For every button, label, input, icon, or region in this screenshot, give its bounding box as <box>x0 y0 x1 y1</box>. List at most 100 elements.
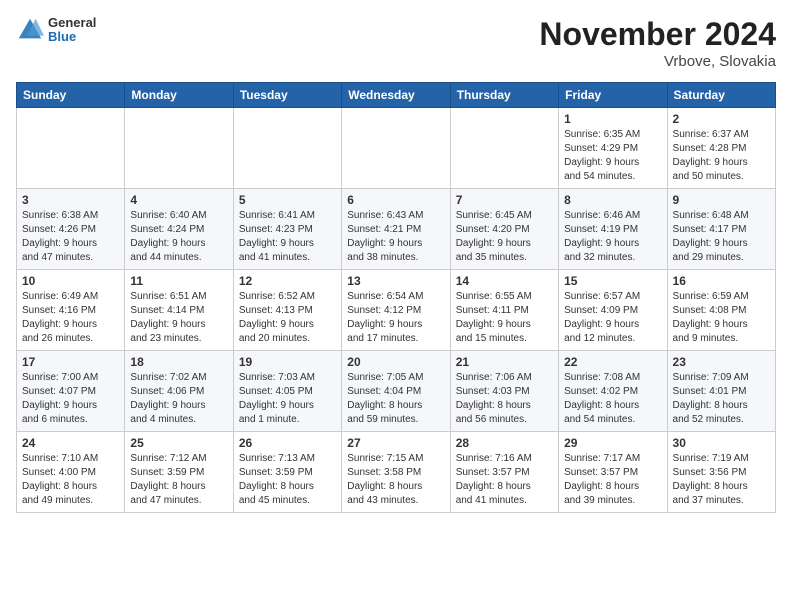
day-number: 12 <box>239 274 336 288</box>
day-number: 5 <box>239 193 336 207</box>
day-number: 3 <box>22 193 119 207</box>
day-number: 28 <box>456 436 553 450</box>
weekday-header-wednesday: Wednesday <box>342 83 450 108</box>
calendar-header: SundayMondayTuesdayWednesdayThursdayFrid… <box>17 83 776 108</box>
calendar-cell: 19Sunrise: 7:03 AM Sunset: 4:05 PM Dayli… <box>233 351 341 432</box>
calendar-cell <box>450 108 558 189</box>
day-info: Sunrise: 7:16 AM Sunset: 3:57 PM Dayligh… <box>456 452 553 508</box>
calendar-cell: 4 Sunrise: 6:40 AM Sunset: 4:24 PM Daylig… <box>125 189 233 270</box>
day-number: 21 <box>456 355 553 369</box>
calendar-cell: 7 Sunrise: 6:45 AM Sunset: 4:20 PM Daylig… <box>450 189 558 270</box>
day-info: Sunrise: 7:08 AM Sunset: 4:02 PM Dayligh… <box>564 371 661 427</box>
day-number: 16 <box>673 274 770 288</box>
calendar-cell: 22 Sunrise: 7:08 AM Sunset: 4:02 PM Dayli… <box>559 351 667 432</box>
weekday-header-sunday: Sunday <box>17 83 125 108</box>
day-number: 2 <box>673 112 770 126</box>
logo: General Blue <box>16 16 96 45</box>
calendar-cell: 24Sunrise: 7:10 AM Sunset: 4:00 PM Dayli… <box>17 432 125 513</box>
day-number: 30 <box>673 436 770 450</box>
calendar-week-2: 3 Sunrise: 6:38 AM Sunset: 4:26 PM Daylig… <box>17 189 776 270</box>
day-info: Sunrise: 6:54 AM Sunset: 4:12 PM Dayligh… <box>347 290 444 346</box>
location: Vrbove, Slovakia <box>539 53 776 70</box>
day-number: 10 <box>22 274 119 288</box>
calendar-week-1: 1 Sunrise: 6:35 AM Sunset: 4:29 PM Daylig… <box>17 108 776 189</box>
day-info: Sunrise: 6:41 AM Sunset: 4:23 PM Dayligh… <box>239 209 336 265</box>
title-block: November 2024 Vrbove, Slovakia <box>539 16 776 70</box>
day-info: Sunrise: 7:00 AM Sunset: 4:07 PM Dayligh… <box>22 371 119 427</box>
calendar-table: SundayMondayTuesdayWednesdayThursdayFrid… <box>16 82 776 513</box>
day-info: Sunrise: 6:49 AM Sunset: 4:16 PM Dayligh… <box>22 290 119 346</box>
day-info: Sunrise: 6:46 AM Sunset: 4:19 PM Dayligh… <box>564 209 661 265</box>
day-info: Sunrise: 6:48 AM Sunset: 4:17 PM Dayligh… <box>673 209 770 265</box>
weekday-header-tuesday: Tuesday <box>233 83 341 108</box>
weekday-header-row: SundayMondayTuesdayWednesdayThursdayFrid… <box>17 83 776 108</box>
weekday-header-friday: Friday <box>559 83 667 108</box>
weekday-header-thursday: Thursday <box>450 83 558 108</box>
calendar-cell: 23 Sunrise: 7:09 AM Sunset: 4:01 PM Dayli… <box>667 351 775 432</box>
calendar-cell <box>233 108 341 189</box>
day-info: Sunrise: 6:38 AM Sunset: 4:26 PM Dayligh… <box>22 209 119 265</box>
day-info: Sunrise: 6:35 AM Sunset: 4:29 PM Dayligh… <box>564 128 661 184</box>
day-info: Sunrise: 6:52 AM Sunset: 4:13 PM Dayligh… <box>239 290 336 346</box>
calendar-cell: 17 Sunrise: 7:00 AM Sunset: 4:07 PM Dayli… <box>17 351 125 432</box>
calendar-cell: 3 Sunrise: 6:38 AM Sunset: 4:26 PM Daylig… <box>17 189 125 270</box>
calendar-body: 1 Sunrise: 6:35 AM Sunset: 4:29 PM Daylig… <box>17 108 776 513</box>
calendar-cell: 2 Sunrise: 6:37 AM Sunset: 4:28 PM Daylig… <box>667 108 775 189</box>
day-number: 1 <box>564 112 661 126</box>
calendar-cell: 9 Sunrise: 6:48 AM Sunset: 4:17 PM Daylig… <box>667 189 775 270</box>
month-title: November 2024 <box>539 16 776 53</box>
day-number: 29 <box>564 436 661 450</box>
calendar-cell <box>17 108 125 189</box>
calendar-week-3: 10 Sunrise: 6:49 AM Sunset: 4:16 PM Dayli… <box>17 270 776 351</box>
calendar-cell: 12 Sunrise: 6:52 AM Sunset: 4:13 PM Dayli… <box>233 270 341 351</box>
calendar-cell <box>342 108 450 189</box>
day-number: 25 <box>130 436 227 450</box>
day-info: Sunrise: 7:06 AM Sunset: 4:03 PM Dayligh… <box>456 371 553 427</box>
day-info: Sunrise: 6:40 AM Sunset: 4:24 PM Dayligh… <box>130 209 227 265</box>
day-number: 18 <box>130 355 227 369</box>
calendar-week-5: 24Sunrise: 7:10 AM Sunset: 4:00 PM Dayli… <box>17 432 776 513</box>
calendar-cell <box>125 108 233 189</box>
day-info: Sunrise: 7:05 AM Sunset: 4:04 PM Dayligh… <box>347 371 444 427</box>
day-info: Sunrise: 7:15 AM Sunset: 3:58 PM Dayligh… <box>347 452 444 508</box>
calendar-cell: 20 Sunrise: 7:05 AM Sunset: 4:04 PM Dayli… <box>342 351 450 432</box>
calendar-cell: 28 Sunrise: 7:16 AM Sunset: 3:57 PM Dayli… <box>450 432 558 513</box>
calendar-cell: 26Sunrise: 7:13 AM Sunset: 3:59 PM Dayli… <box>233 432 341 513</box>
day-number: 20 <box>347 355 444 369</box>
day-number: 22 <box>564 355 661 369</box>
calendar-cell: 16 Sunrise: 6:59 AM Sunset: 4:08 PM Dayli… <box>667 270 775 351</box>
day-number: 17 <box>22 355 119 369</box>
day-number: 14 <box>456 274 553 288</box>
day-number: 23 <box>673 355 770 369</box>
day-info: Sunrise: 7:17 AM Sunset: 3:57 PM Dayligh… <box>564 452 661 508</box>
calendar-week-4: 17 Sunrise: 7:00 AM Sunset: 4:07 PM Dayli… <box>17 351 776 432</box>
day-number: 7 <box>456 193 553 207</box>
weekday-header-saturday: Saturday <box>667 83 775 108</box>
logo-general: General <box>48 16 96 30</box>
day-info: Sunrise: 7:10 AM Sunset: 4:00 PM Dayligh… <box>22 452 119 508</box>
day-info: Sunrise: 6:37 AM Sunset: 4:28 PM Dayligh… <box>673 128 770 184</box>
calendar-cell: 30Sunrise: 7:19 AM Sunset: 3:56 PM Dayli… <box>667 432 775 513</box>
calendar-cell: 1 Sunrise: 6:35 AM Sunset: 4:29 PM Daylig… <box>559 108 667 189</box>
day-info: Sunrise: 6:55 AM Sunset: 4:11 PM Dayligh… <box>456 290 553 346</box>
page-header: General Blue November 2024 Vrbove, Slova… <box>16 16 776 70</box>
day-number: 6 <box>347 193 444 207</box>
day-number: 19 <box>239 355 336 369</box>
calendar-cell: 5 Sunrise: 6:41 AM Sunset: 4:23 PM Daylig… <box>233 189 341 270</box>
day-number: 11 <box>130 274 227 288</box>
day-info: Sunrise: 7:09 AM Sunset: 4:01 PM Dayligh… <box>673 371 770 427</box>
day-info: Sunrise: 6:45 AM Sunset: 4:20 PM Dayligh… <box>456 209 553 265</box>
calendar-cell: 29 Sunrise: 7:17 AM Sunset: 3:57 PM Dayli… <box>559 432 667 513</box>
calendar-cell: 10 Sunrise: 6:49 AM Sunset: 4:16 PM Dayli… <box>17 270 125 351</box>
calendar-cell: 25Sunrise: 7:12 AM Sunset: 3:59 PM Dayli… <box>125 432 233 513</box>
day-number: 4 <box>130 193 227 207</box>
logo-blue: Blue <box>48 30 96 44</box>
day-info: Sunrise: 6:43 AM Sunset: 4:21 PM Dayligh… <box>347 209 444 265</box>
calendar-cell: 11Sunrise: 6:51 AM Sunset: 4:14 PM Dayli… <box>125 270 233 351</box>
calendar-cell: 13Sunrise: 6:54 AM Sunset: 4:12 PM Dayli… <box>342 270 450 351</box>
weekday-header-monday: Monday <box>125 83 233 108</box>
day-info: Sunrise: 6:57 AM Sunset: 4:09 PM Dayligh… <box>564 290 661 346</box>
day-number: 27 <box>347 436 444 450</box>
day-number: 9 <box>673 193 770 207</box>
day-info: Sunrise: 6:59 AM Sunset: 4:08 PM Dayligh… <box>673 290 770 346</box>
